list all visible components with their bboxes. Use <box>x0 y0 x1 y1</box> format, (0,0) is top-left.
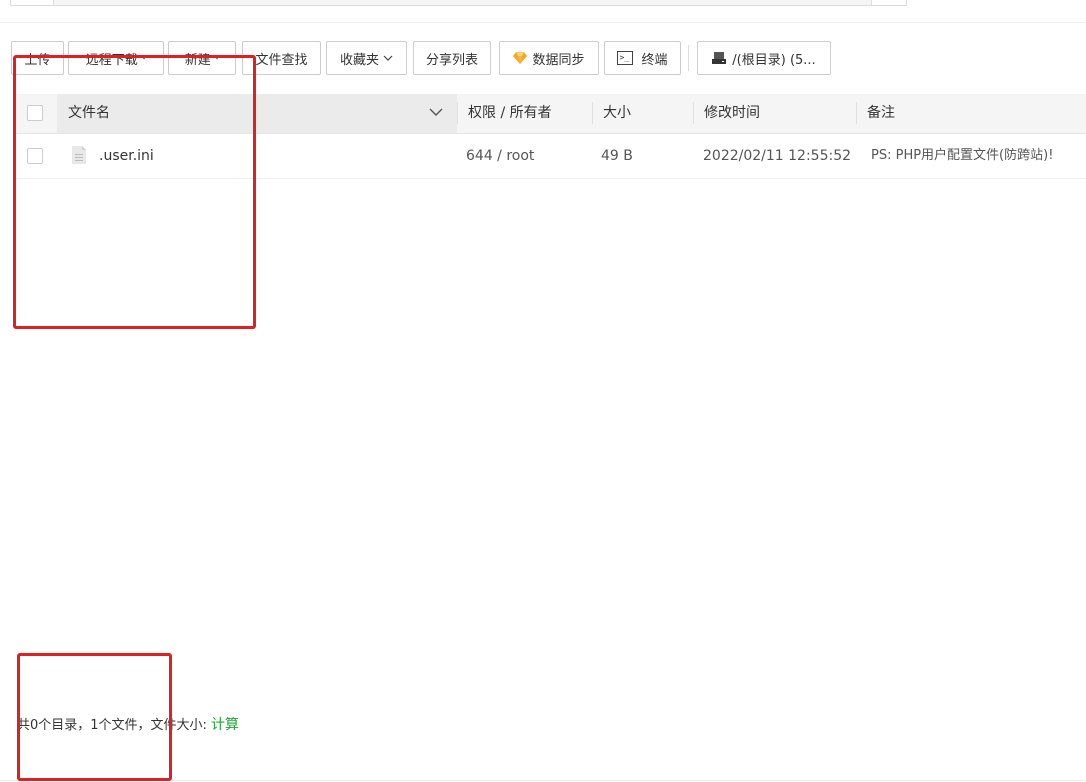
gem-icon <box>513 52 528 64</box>
chevron-down-icon <box>383 55 393 61</box>
upload-button[interactable]: 上传 <box>11 41 64 75</box>
file-search-button[interactable]: 文件查找 <box>242 41 321 75</box>
select-all-checkbox[interactable] <box>27 105 43 121</box>
column-divider <box>693 102 694 124</box>
name-header-bg <box>57 94 457 133</box>
footer-summary: 共0个目录，1个文件，文件大小: 计算 <box>17 714 239 734</box>
file-search-label: 文件查找 <box>255 52 308 68</box>
file-name-link[interactable]: .user.ini <box>99 134 154 178</box>
file-perm-owner[interactable]: 644 / root <box>466 134 534 178</box>
new-button-label: 新建 <box>184 52 211 68</box>
header-name[interactable]: 文件名 <box>68 94 110 133</box>
share-list-button[interactable]: 分享列表 <box>413 41 491 75</box>
disk-icon <box>712 52 727 64</box>
header-modified[interactable]: 修改时间 <box>704 94 760 133</box>
calculate-link[interactable]: 计算 <box>211 717 239 733</box>
terminal-button[interactable]: >_ 终端 <box>604 41 681 75</box>
path-input[interactable] <box>53 0 873 6</box>
column-divider <box>592 102 593 124</box>
file-note[interactable]: PS: PHP用户配置文件(防跨站)! <box>871 134 1053 178</box>
chevron-down-icon: ▾ <box>141 53 147 63</box>
favorites-button[interactable]: 收藏夹 <box>326 41 407 75</box>
disk-button[interactable]: /(根目录) (5... <box>697 41 831 75</box>
header-size[interactable]: 大小 <box>603 94 631 133</box>
table-header: 文件名 权限 / 所有者 大小 修改时间 备注 <box>15 94 1086 134</box>
header-perm-owner[interactable]: 权限 / 所有者 <box>468 94 552 133</box>
refresh-button[interactable] <box>871 0 907 6</box>
upload-button-label: 上传 <box>24 52 51 68</box>
remote-download-label: 远程下载 <box>85 52 138 68</box>
share-list-label: 分享列表 <box>425 52 478 68</box>
terminal-label: 终端 <box>641 52 668 68</box>
data-sync-button[interactable]: 数据同步 <box>499 41 599 75</box>
chevron-down-icon[interactable] <box>429 107 443 117</box>
file-icon <box>72 146 86 164</box>
summary-text: 共0个目录，1个文件，文件大小: <box>17 718 207 733</box>
chevron-down-icon: ▾ <box>214 53 220 63</box>
path-bar <box>0 0 907 6</box>
row-checkbox[interactable] <box>27 148 43 164</box>
data-sync-label: 数据同步 <box>532 52 585 68</box>
file-size: 49 B <box>601 148 633 164</box>
new-button[interactable]: 新建 ▾ <box>168 41 236 75</box>
file-toolbar: 上传 远程下载 ▾ 新建 ▾ 文件查找 收藏夹 分享列表 数据同步 >_ 终端 <box>0 41 1086 77</box>
remote-download-button[interactable]: 远程下载 ▾ <box>68 41 164 75</box>
divider <box>0 22 1086 23</box>
disk-label: /(根目录) (5... <box>732 52 816 68</box>
table-row[interactable]: .user.ini 644 / root 49 B 2022/02/11 12:… <box>15 134 1086 179</box>
header-note: 备注 <box>867 105 895 121</box>
divider <box>0 780 1086 781</box>
toolbar-divider <box>688 45 689 71</box>
favorites-label: 收藏夹 <box>339 52 379 68</box>
column-divider <box>457 102 458 124</box>
file-modified: 2022/02/11 12:55:52 <box>703 148 852 164</box>
terminal-icon: >_ <box>617 51 634 65</box>
back-button[interactable] <box>10 0 54 6</box>
column-divider <box>856 102 857 124</box>
